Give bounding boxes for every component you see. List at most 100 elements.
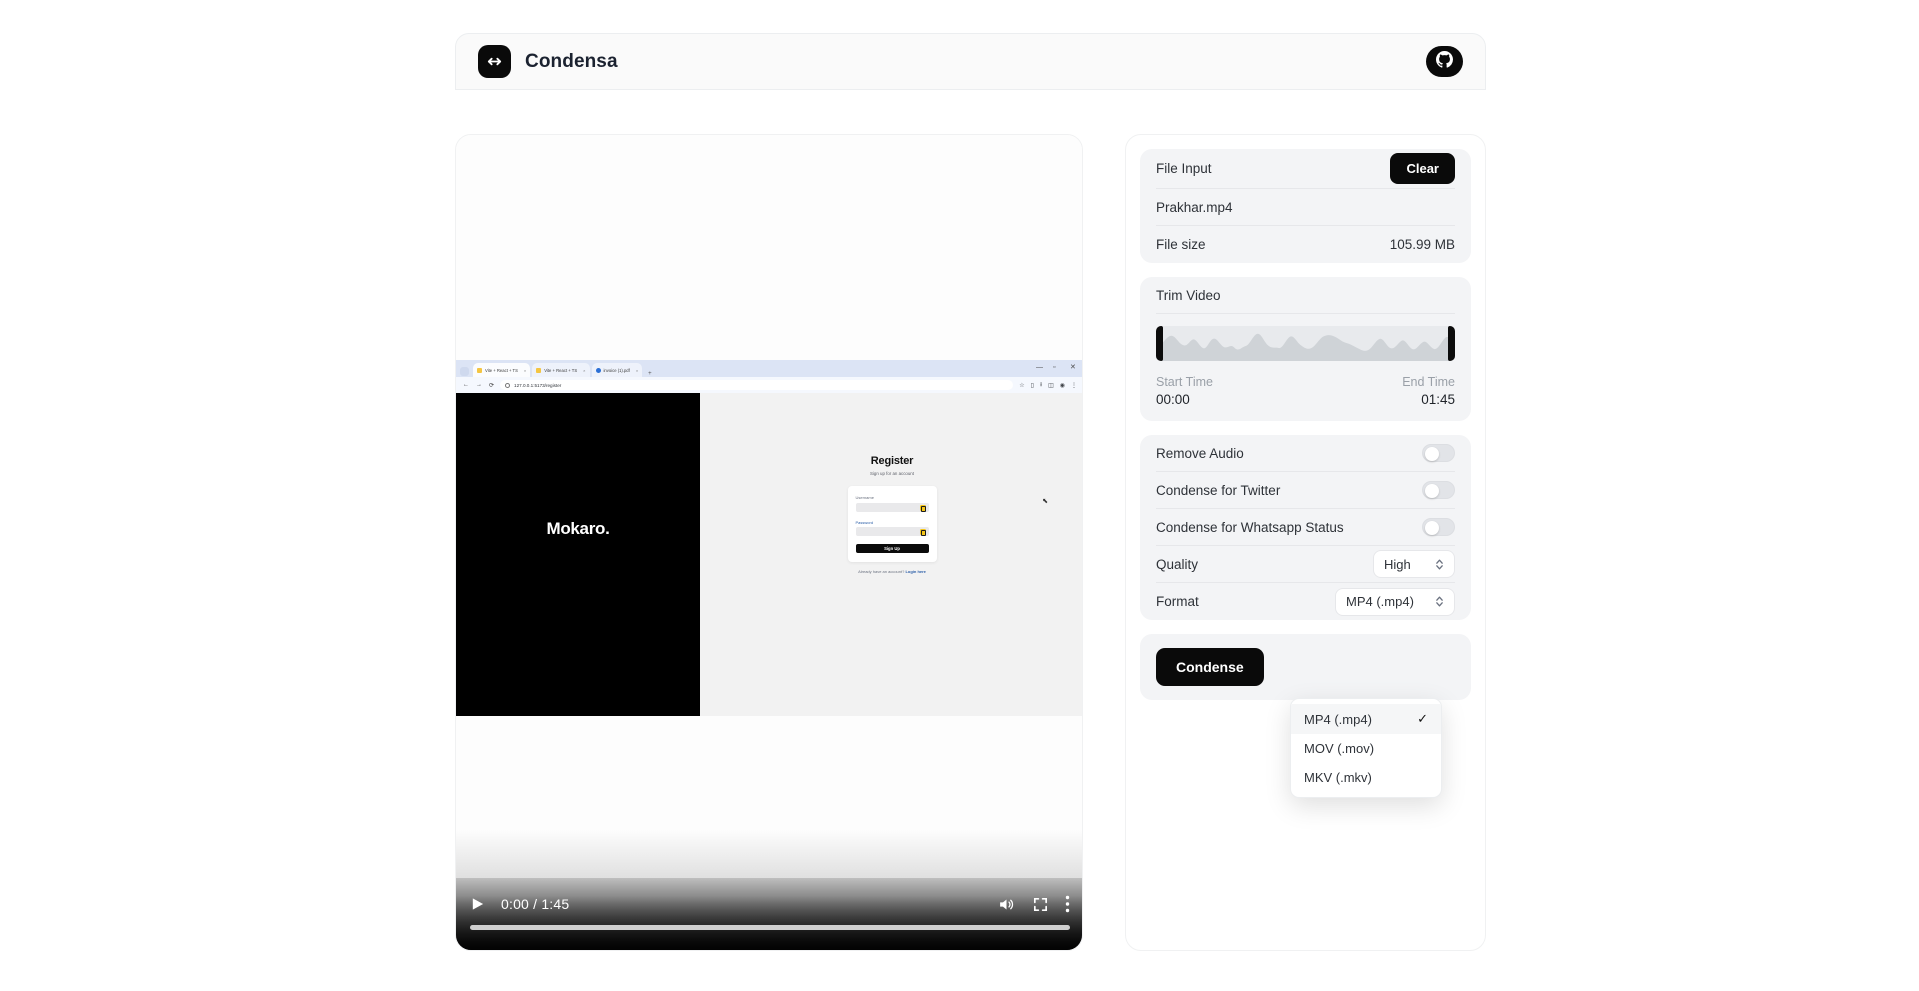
github-link[interactable]	[1426, 46, 1463, 77]
condense-twitter-toggle[interactable]	[1422, 481, 1455, 499]
site-info-icon	[505, 383, 510, 388]
app-logo	[478, 45, 511, 78]
format-option-mov[interactable]: MOV (.mov)	[1291, 734, 1441, 763]
condense-whatsapp-label: Condense for Whatsapp Status	[1156, 520, 1344, 535]
trim-start-handle[interactable]	[1156, 326, 1163, 361]
condense-whatsapp-row: Condense for Whatsapp Status	[1156, 509, 1455, 546]
recorded-browser-tabbar: Vite + React + TS × Vite + React + TS × …	[456, 360, 1083, 377]
recorded-brand-text: Mokaro.	[546, 519, 609, 539]
video-controls: 0:00 / 1:45	[456, 878, 1083, 950]
file-input-section: File Input Clear Prakhar.mp4 File size 1…	[1140, 149, 1471, 263]
waveform-track[interactable]	[1156, 326, 1455, 361]
remove-audio-row: Remove Audio	[1156, 435, 1455, 472]
condense-button[interactable]: Condense	[1156, 648, 1264, 686]
fullscreen-button[interactable]	[1032, 896, 1049, 913]
toggle-knob	[1425, 447, 1439, 461]
signup-button: Sign Up	[856, 544, 929, 553]
trim-video-section: Trim Video Start Time 00:00 End T	[1140, 277, 1471, 421]
minimize-icon: —	[1036, 365, 1042, 371]
sidepanel-icon: ◫	[1048, 382, 1054, 389]
file-input-label: File Input	[1156, 161, 1212, 176]
app-root: Condensa Vite + React + TS ×	[0, 0, 1919, 991]
video-surface: Vite + React + TS × Vite + React + TS × …	[456, 135, 1082, 950]
bookmark-icon: ☆	[1019, 382, 1024, 389]
favicon-icon	[477, 368, 482, 373]
file-size-label: File size	[1156, 237, 1206, 252]
quality-select-value: High	[1384, 557, 1411, 572]
recorded-tab: Vite + React + TS ×	[473, 363, 530, 377]
trim-end-handle[interactable]	[1448, 326, 1455, 361]
toggle-knob	[1425, 484, 1439, 498]
start-time-label: Start Time	[1156, 375, 1213, 389]
recorded-tab: Vite + React + TS ×	[532, 363, 589, 377]
lock-icon	[920, 505, 926, 511]
file-input-row: File Input Clear	[1156, 149, 1455, 189]
register-subtitle: Sign up for an account	[870, 471, 914, 476]
chevron-up-down-icon	[1435, 558, 1444, 571]
register-form-card: Username Password Sign Up	[848, 486, 937, 562]
clear-button[interactable]: Clear	[1390, 153, 1455, 184]
lock-icon	[920, 529, 926, 535]
format-option-mp4[interactable]: MP4 (.mp4) ✓	[1291, 704, 1441, 734]
quality-row: Quality High	[1156, 546, 1455, 583]
file-size-value: 105.99 MB	[1390, 237, 1455, 252]
username-field	[856, 503, 929, 512]
recorded-browser-urlbar: ← → ⟳ 127.0.0.1:5173/register ☆ ▯ ⭳ ◫ ◉	[456, 377, 1083, 393]
username-label: Username	[856, 495, 929, 500]
password-label: Password	[856, 520, 929, 525]
format-option-label: MKV (.mkv)	[1304, 770, 1372, 785]
close-window-icon: ✕	[1070, 365, 1076, 371]
video-controls-row: 0:00 / 1:45	[470, 890, 1070, 918]
waveform-icon	[1156, 326, 1455, 361]
file-name-row: Prakhar.mp4	[1156, 189, 1455, 226]
favicon-icon	[596, 368, 601, 373]
trim-title-row: Trim Video	[1156, 277, 1455, 314]
trim-body: Start Time 00:00 End Time 01:45	[1156, 314, 1455, 421]
github-icon	[1436, 51, 1453, 73]
video-frame[interactable]: Vite + React + TS × Vite + React + TS × …	[456, 360, 1083, 716]
more-options-button[interactable]	[1065, 895, 1070, 913]
format-select-value: MP4 (.mp4)	[1346, 594, 1414, 609]
downloads-icon: ⭳	[1040, 380, 1042, 390]
forward-icon: →	[476, 382, 482, 388]
check-icon: ✓	[1417, 711, 1428, 727]
condense-whatsapp-toggle[interactable]	[1422, 518, 1455, 536]
maximize-icon: ▫	[1053, 365, 1059, 371]
condense-action-section: Condense	[1140, 634, 1471, 700]
volume-button[interactable]	[997, 896, 1016, 913]
end-time-value: 01:45	[1421, 392, 1455, 407]
end-time-label: End Time	[1402, 375, 1455, 389]
file-name: Prakhar.mp4	[1156, 200, 1233, 215]
trim-title: Trim Video	[1156, 288, 1221, 303]
options-section: Remove Audio Condense for Twitter Conden…	[1140, 435, 1471, 620]
close-icon: ×	[583, 368, 585, 373]
browser-menu-icon: ⋮	[1071, 382, 1077, 389]
recorded-brand-panel: Mokaro.	[456, 393, 700, 716]
quality-select[interactable]: High	[1373, 550, 1455, 578]
play-button[interactable]	[470, 896, 485, 912]
quality-label: Quality	[1156, 557, 1198, 572]
tab-search-icon	[460, 367, 469, 376]
nav-buttons: ← → ⟳	[463, 382, 494, 389]
extensions-icon: ▯	[1031, 382, 1034, 389]
format-option-mkv[interactable]: MKV (.mkv)	[1291, 763, 1441, 792]
toggle-knob	[1425, 521, 1439, 535]
format-label: Format	[1156, 594, 1199, 609]
register-footer: Already have an account? Login here	[858, 569, 926, 574]
register-footer-text: Already have an account?	[858, 569, 905, 574]
format-option-label: MP4 (.mp4)	[1304, 712, 1372, 727]
condense-twitter-label: Condense for Twitter	[1156, 483, 1280, 498]
login-link: Login here	[905, 569, 925, 574]
back-icon: ←	[463, 382, 469, 388]
remove-audio-toggle[interactable]	[1422, 444, 1455, 462]
tab-label: Vite + React + TS	[485, 368, 518, 373]
video-progress-bar[interactable]	[470, 925, 1070, 930]
start-time-value: 00:00	[1156, 392, 1213, 407]
password-field	[856, 527, 929, 536]
favicon-icon	[536, 368, 541, 373]
address-bar: 127.0.0.1:5173/register	[500, 380, 1013, 390]
format-dropdown-menu: MP4 (.mp4) ✓ MOV (.mov) MKV (.mkv)	[1290, 698, 1442, 798]
end-time-group: End Time 01:45	[1402, 375, 1455, 407]
condense-twitter-row: Condense for Twitter	[1156, 472, 1455, 509]
format-select[interactable]: MP4 (.mp4)	[1335, 588, 1455, 616]
